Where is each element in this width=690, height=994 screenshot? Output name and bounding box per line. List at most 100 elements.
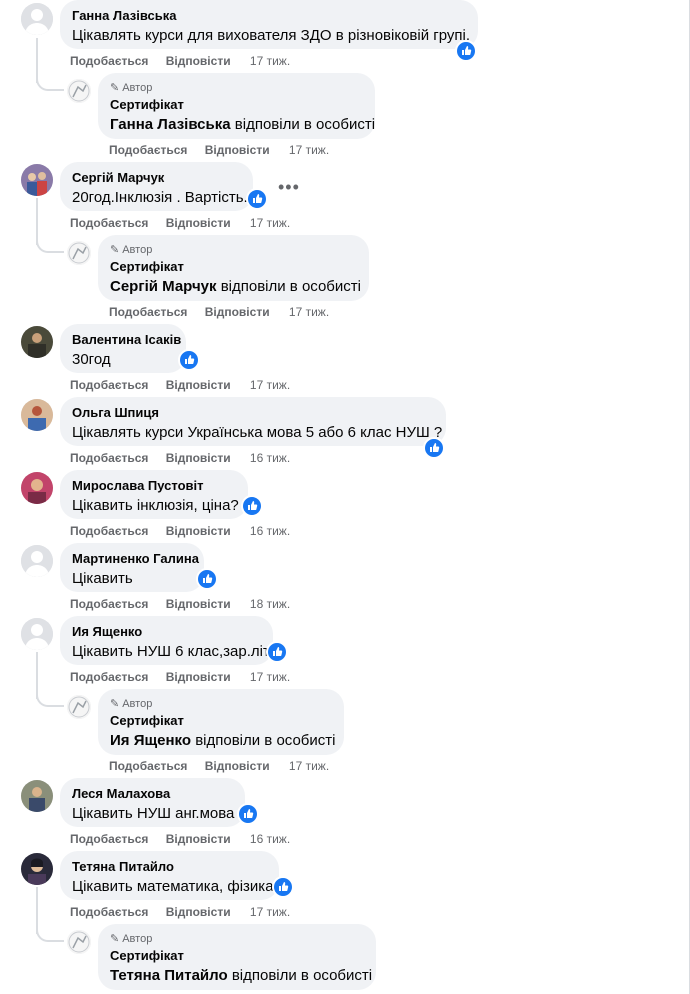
author-badge: ✎ Автор <box>110 82 153 94</box>
reply-mention[interactable]: Сергій Марчук <box>110 278 217 295</box>
comment-actions: Подобається Відповісти 16 тиж. <box>70 523 290 539</box>
like-reaction-icon[interactable] <box>241 495 263 517</box>
comment-text: Цікавлять курси для вихователя ЗДО в різ… <box>72 27 471 44</box>
avatar[interactable] <box>21 399 53 431</box>
comment-actions: Подобається Відповісти 18 тиж. <box>70 596 290 612</box>
reply-button[interactable]: Відповісти <box>166 451 231 465</box>
avatar[interactable] <box>21 3 53 35</box>
comment-author[interactable]: Сергій Марчук <box>72 170 241 186</box>
like-button[interactable]: Подобається <box>70 524 148 538</box>
reply-mention[interactable]: Тетяна Питайло <box>110 967 228 984</box>
reply-button[interactable]: Відповісти <box>166 216 231 230</box>
reply-mention[interactable]: Ия Ященко <box>110 732 191 749</box>
like-button[interactable]: Подобається <box>70 670 148 684</box>
reply-actions: Подобається Відповісти 17 тиж. <box>109 142 329 158</box>
like-button[interactable]: Подобається <box>70 905 148 919</box>
comment-actions: Подобається Відповісти 16 тиж. <box>70 450 290 466</box>
avatar[interactable] <box>21 472 53 504</box>
like-reaction-icon[interactable] <box>196 568 218 590</box>
avatar[interactable] <box>21 853 53 885</box>
reply-text: відповіли в особисті <box>231 967 373 984</box>
more-options-icon[interactable]: ••• <box>278 178 300 196</box>
reply-author[interactable]: Сертифікат <box>110 713 332 729</box>
like-button[interactable]: Подобається <box>70 54 148 68</box>
comment-time[interactable]: 17 тиж. <box>250 670 290 684</box>
comment-author[interactable]: Тетяна Питайло <box>72 859 267 875</box>
like-reaction-icon[interactable] <box>455 40 477 62</box>
like-reaction-icon[interactable] <box>246 188 268 210</box>
like-button[interactable]: Подобається <box>70 378 148 392</box>
comment-time[interactable]: 16 тиж. <box>250 451 290 465</box>
like-button[interactable]: Подобається <box>70 216 148 230</box>
like-button[interactable]: Подобається <box>70 597 148 611</box>
like-reaction-icon[interactable] <box>423 437 445 459</box>
avatar[interactable] <box>21 618 53 650</box>
avatar[interactable] <box>21 780 53 812</box>
reply-button[interactable]: Відповісти <box>166 378 231 392</box>
comment-actions: Подобається Відповісти 16 тиж. <box>70 831 290 847</box>
comment-text: Цікавить математика, фізика <box>72 878 274 895</box>
like-reaction-icon[interactable] <box>237 803 259 825</box>
page-avatar[interactable] <box>67 695 91 719</box>
like-button[interactable]: Подобається <box>109 143 187 157</box>
avatar[interactable] <box>21 164 53 196</box>
comment-author[interactable]: Мирослава Пустовіт <box>72 478 236 494</box>
comment-time[interactable]: 17 тиж. <box>250 905 290 919</box>
reply-author[interactable]: Сертифікат <box>110 259 357 275</box>
reply-author[interactable]: Сертифікат <box>110 948 364 964</box>
comment-text: Цікавить <box>72 570 133 587</box>
reply-time[interactable]: 17 тиж. <box>289 759 329 773</box>
reply-button[interactable]: Відповісти <box>166 54 231 68</box>
reply-time[interactable]: 17 тиж. <box>289 305 329 319</box>
reply-button[interactable]: Відповісти <box>166 832 231 846</box>
author-badge: ✎ Автор <box>110 933 153 945</box>
comment-time[interactable]: 16 тиж. <box>250 832 290 846</box>
pencil-icon: ✎ <box>110 698 120 710</box>
like-reaction-icon[interactable] <box>178 349 200 371</box>
page-avatar[interactable] <box>67 241 91 265</box>
reply-time[interactable]: 17 тиж. <box>289 143 329 157</box>
reply-author[interactable]: Сертифікат <box>110 97 363 113</box>
comment-text: 30год <box>72 351 111 368</box>
comment-time[interactable]: 17 тиж. <box>250 216 290 230</box>
comment-author[interactable]: Мартиненко Галина <box>72 551 199 567</box>
comment-bubble: Ганна Лазівська Цікавлять курси для вихо… <box>60 0 478 49</box>
comment-author[interactable]: Ольга Шпиця <box>72 405 434 421</box>
like-button[interactable]: Подобається <box>70 451 148 465</box>
thread-connector <box>36 237 64 253</box>
comment-time[interactable]: 17 тиж. <box>250 378 290 392</box>
comment-bubble: Леся Малахова Цікавить НУШ анг.мова <box>60 778 245 827</box>
like-button[interactable]: Подобається <box>109 759 187 773</box>
comment-author[interactable]: Валентина Ісаків <box>72 332 181 348</box>
reply-button[interactable]: Відповісти <box>205 143 270 157</box>
comment-author[interactable]: Ганна Лазівська <box>72 8 466 24</box>
reply-mention[interactable]: Ганна Лазівська <box>110 116 231 133</box>
like-reaction-icon[interactable] <box>266 641 288 663</box>
reply-button[interactable]: Відповісти <box>166 524 231 538</box>
comment-bubble: Сергій Марчук 20год.Інклюзія . Вартість. <box>60 162 253 211</box>
like-reaction-icon[interactable] <box>272 876 294 898</box>
like-button[interactable]: Подобається <box>109 305 187 319</box>
avatar[interactable] <box>21 545 53 577</box>
comment-time[interactable]: 18 тиж. <box>250 597 290 611</box>
reply-button[interactable]: Відповісти <box>205 305 270 319</box>
reply-button[interactable]: Відповісти <box>166 597 231 611</box>
pencil-icon: ✎ <box>110 82 120 94</box>
like-button[interactable]: Подобається <box>70 832 148 846</box>
comment-time[interactable]: 17 тиж. <box>250 54 290 68</box>
page-avatar[interactable] <box>67 930 91 954</box>
reply-button[interactable]: Відповісти <box>166 670 231 684</box>
avatar[interactable] <box>21 326 53 358</box>
page-avatar[interactable] <box>67 79 91 103</box>
reply-bubble: ✎ Автор Сертифікат Сергій Марчук відповіл… <box>98 235 369 301</box>
pencil-icon: ✎ <box>110 933 120 945</box>
comment-actions: Подобається Відповісти 17 тиж. <box>70 669 290 685</box>
comment-author[interactable]: Леся Малахова <box>72 786 233 802</box>
comment-bubble: Тетяна Питайло Цікавить математика, фізи… <box>60 851 279 900</box>
comment-author[interactable]: Ия Ященко <box>72 624 261 640</box>
comment-text: Цікавлять курси Українська мова 5 або 6 … <box>72 424 443 441</box>
reply-bubble: ✎ Автор Сертифікат Ганна Лазівська відпов… <box>98 73 375 139</box>
comment-time[interactable]: 16 тиж. <box>250 524 290 538</box>
reply-button[interactable]: Відповісти <box>166 905 231 919</box>
reply-button[interactable]: Відповісти <box>205 759 270 773</box>
